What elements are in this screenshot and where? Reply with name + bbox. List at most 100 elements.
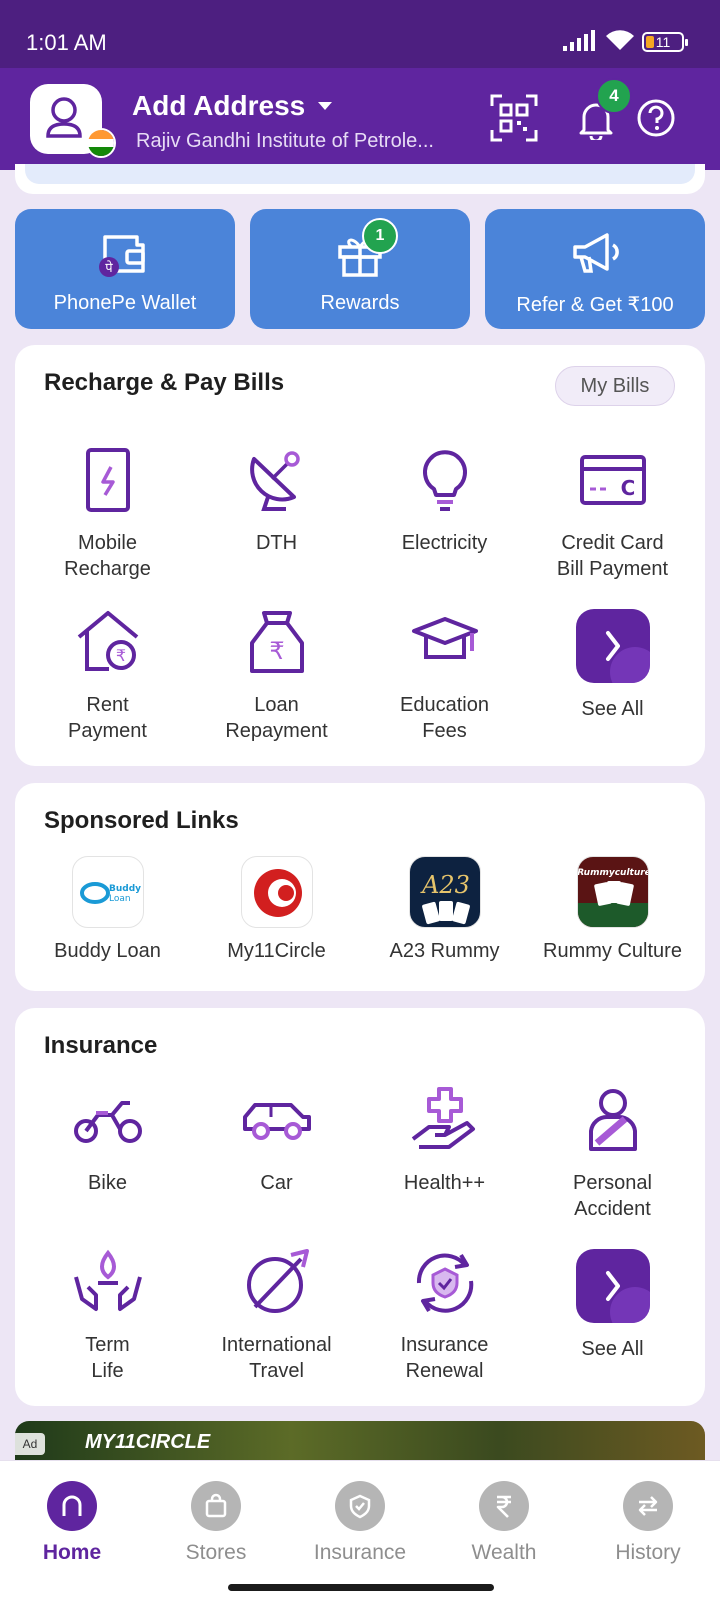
item-label-line2: Recharge	[64, 558, 151, 580]
credit-card-item[interactable]: C Credit Card Bill Payment	[530, 440, 695, 582]
battery-level: 11	[655, 34, 671, 50]
bottom-nav: Home Stores Insurance Wealth History	[0, 1460, 720, 1600]
item-label-line2: Bill Payment	[556, 558, 669, 580]
item-label-line2: Accident	[574, 1198, 651, 1220]
item-label-line1: Loan	[254, 694, 299, 716]
loan-item[interactable]: ₹ Loan Repayment	[194, 602, 359, 744]
status-time: 1:01 AM	[26, 30, 107, 55]
person-bandage-icon	[588, 1089, 637, 1151]
svg-text:A23: A23	[420, 871, 470, 899]
wallet-tile[interactable]: पे PhonePe Wallet	[15, 209, 235, 329]
sponsored-buddy-loan[interactable]: Buddy Loan Buddy Loan	[25, 856, 190, 964]
my-bills-button[interactable]: My Bills	[555, 366, 675, 406]
megaphone-icon	[573, 233, 619, 273]
chevron-down-icon[interactable]	[318, 102, 332, 110]
gesture-bar[interactable]	[228, 1584, 494, 1591]
rewards-tile[interactable]: Rewards	[250, 209, 470, 329]
buddy-loan-logo: Buddy Loan	[71, 856, 144, 928]
sponsored-a23-rummy[interactable]: A23 A23 Rummy	[362, 856, 527, 964]
recharge-title: Recharge & Pay Bills	[44, 369, 285, 396]
rummy-culture-logo: Rummyculture	[576, 856, 649, 928]
electricity-item[interactable]: Electricity	[362, 440, 527, 556]
wallet-icon: पे	[99, 235, 145, 277]
nav-label: Home	[42, 1541, 102, 1564]
bag-icon	[205, 1493, 227, 1518]
svg-text:Buddy: Buddy	[109, 884, 141, 894]
chevron-right-icon	[575, 609, 650, 683]
item-label-line1: Credit Card	[561, 532, 664, 554]
bike-insurance-item[interactable]: Bike	[25, 1080, 190, 1196]
sponsored-label: Buddy Loan	[54, 940, 161, 962]
item-label-line1: See All	[581, 1338, 644, 1360]
sponsored-label: My11Circle	[227, 940, 326, 962]
plane-globe-icon	[246, 1249, 309, 1313]
india-flag-icon	[86, 128, 116, 158]
health-insurance-item[interactable]: Health++	[362, 1080, 527, 1196]
svg-text:C: C	[620, 476, 635, 500]
svg-text:Loan: Loan	[109, 894, 131, 904]
rent-item[interactable]: ₹ Rent Payment	[25, 602, 190, 744]
item-label-line1: Mobile	[78, 532, 137, 554]
life-hands-icon	[73, 1249, 142, 1311]
signal-icon	[563, 30, 595, 51]
address-title[interactable]: Add Address	[132, 90, 305, 122]
nav-stores[interactable]: Stores	[156, 1481, 276, 1565]
item-label-line2: Payment	[68, 720, 147, 742]
money-bag-icon: ₹	[249, 611, 304, 673]
education-item[interactable]: Education Fees	[362, 602, 527, 744]
term-life-item[interactable]: Term Life	[25, 1242, 190, 1384]
ad-banner[interactable]: Ad MY11CIRCLE	[15, 1421, 705, 1461]
nav-home[interactable]: Home	[12, 1481, 132, 1565]
address-subtitle[interactable]: Rajiv Gandhi Institute of Petrole...	[136, 130, 434, 153]
sponsored-title: Sponsored Links	[44, 807, 239, 834]
ad-label: Ad	[15, 1433, 45, 1455]
refer-label: Refer & Get ₹100	[516, 294, 674, 316]
svg-text:Rummyculture: Rummyculture	[578, 868, 649, 878]
dth-item[interactable]: DTH	[194, 440, 359, 556]
mobile-recharge-icon	[85, 448, 130, 512]
health-hand-icon	[411, 1087, 475, 1149]
nav-label: Wealth	[471, 1541, 537, 1564]
insurance-renewal-item[interactable]: Insurance Renewal	[362, 1242, 527, 1384]
personal-accident-item[interactable]: Personal Accident	[530, 1080, 695, 1222]
credit-card-icon: C	[579, 455, 646, 505]
sponsored-rummy-culture[interactable]: Rummyculture Rummy Culture	[530, 856, 695, 964]
item-label-line2: Renewal	[405, 1360, 484, 1382]
insurance-see-all[interactable]: See All	[530, 1246, 695, 1362]
nav-label: Insurance	[313, 1541, 407, 1564]
refer-tile[interactable]: Refer & Get ₹100	[485, 209, 705, 329]
graduation-cap-icon	[411, 617, 478, 659]
nav-label: History	[615, 1541, 681, 1564]
profile-avatar[interactable]	[30, 84, 116, 158]
item-label-line1: Bike	[88, 1172, 127, 1194]
item-label-line1: Car	[260, 1172, 293, 1194]
notification-badge: 4	[596, 78, 632, 114]
svg-text:₹: ₹	[269, 637, 284, 665]
satellite-dish-icon	[249, 451, 300, 511]
car-insurance-item[interactable]: Car	[194, 1080, 359, 1196]
recharge-see-all[interactable]: See All	[530, 606, 695, 722]
status-bar: 1:01 AM 11	[0, 0, 720, 68]
item-label-line2: Fees	[422, 720, 467, 742]
item-label-line1: Insurance	[400, 1334, 489, 1356]
sponsored-my11circle[interactable]: My11Circle	[194, 856, 359, 964]
help-icon[interactable]	[636, 98, 676, 138]
mobile-recharge-item[interactable]: Mobile Recharge	[25, 440, 190, 582]
rewards-label: Rewards	[320, 292, 400, 314]
item-label-line2: Travel	[249, 1360, 304, 1382]
banner-brand: MY11CIRCLE	[85, 1431, 211, 1453]
item-label-line1: DTH	[255, 532, 298, 554]
sponsored-label: Rummy Culture	[543, 940, 682, 962]
sponsored-label: A23 Rummy	[389, 940, 500, 962]
a23-logo: A23	[408, 856, 481, 928]
renewal-shield-icon	[416, 1253, 473, 1313]
wifi-icon	[606, 30, 634, 50]
qr-scan-icon[interactable]	[490, 94, 538, 142]
motorbike-icon	[73, 1101, 142, 1143]
nav-wealth[interactable]: Wealth	[444, 1481, 564, 1565]
swap-arrows-icon	[638, 1496, 658, 1516]
nav-history[interactable]: History	[588, 1481, 708, 1565]
international-travel-item[interactable]: International Travel	[194, 1242, 359, 1384]
nav-insurance[interactable]: Insurance	[300, 1481, 420, 1565]
insurance-title: Insurance	[44, 1032, 158, 1059]
